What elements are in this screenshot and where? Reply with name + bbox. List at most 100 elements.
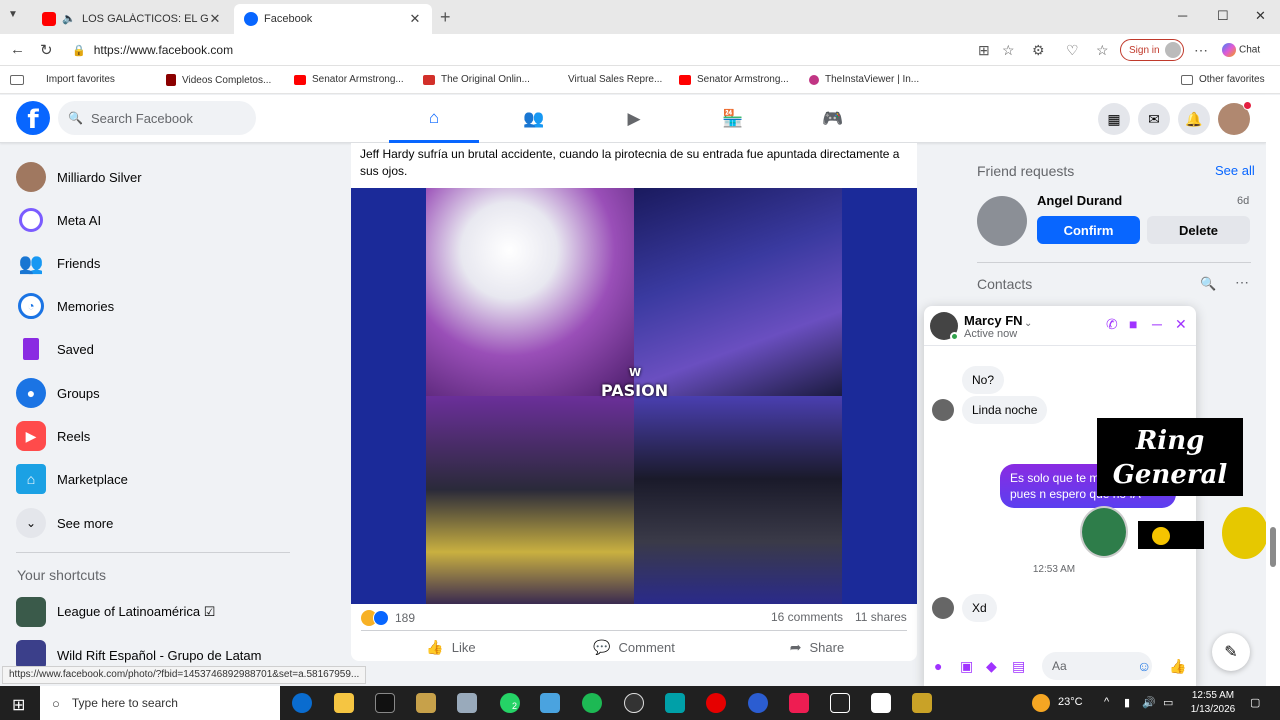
image-icon[interactable]: ▣ [960,658,973,675]
copilot-chat-button[interactable]: Chat [1222,43,1260,57]
nav-gaming[interactable]: 🎮 [788,95,878,143]
shares-count[interactable]: 11 shares [855,610,907,624]
messenger-button[interactable]: ✉ [1138,103,1170,135]
tray-chevron-icon[interactable]: ^ [1104,696,1109,708]
facebook-search-input[interactable]: 🔍 Search Facebook [58,101,256,135]
sidebar-item-groups[interactable]: ● Groups [16,375,296,411]
like-button[interactable]: 👍 Like [361,634,541,660]
nav-home[interactable]: ⌂ [389,95,479,143]
extensions-icon[interactable]: ⚙ [1032,42,1045,59]
notifications-icon[interactable]: ▢ [1250,696,1260,709]
windows-start-icon[interactable]: ⊞ [12,695,25,715]
close-tab-icon[interactable]: ✕ [408,11,422,27]
search-contacts-icon[interactable]: 🔍 [1200,276,1216,292]
notifications-button[interactable]: 🔔 [1178,103,1210,135]
minimize-icon[interactable]: ─ [1178,8,1187,23]
tab-facebook[interactable]: Facebook ✕ [234,4,432,34]
delete-button[interactable]: Delete [1147,216,1250,244]
new-message-button[interactable]: ✎ [1212,633,1250,671]
facebook-logo[interactable]: f [16,101,50,135]
maximize-icon[interactable]: ☐ [1217,8,1229,24]
reload-icon[interactable]: ↻ [40,41,53,59]
bookmark-import-favorites[interactable]: Import favorites [10,74,115,85]
tab-actions-icon[interactable]: ▼ [8,9,18,20]
sidebar-item-memories[interactable]: ◔ Memories [16,288,296,324]
confirm-button[interactable]: Confirm [1037,216,1140,244]
app-icon[interactable] [665,693,685,713]
bookmark-videos[interactable]: Videos Completos... [166,74,271,86]
phone-icon[interactable]: ✆ [1106,316,1118,333]
bookmark-senator-1[interactable]: Senator Armstrong... [294,74,404,85]
favorites-icon[interactable]: ☆ [1096,42,1109,59]
page-scrollbar[interactable] [1266,95,1280,686]
more-options-icon[interactable]: ⋯ [1235,274,1249,291]
sidebar-see-more[interactable]: ⌄ See more [16,505,296,541]
sticker-icon[interactable]: ◆ [986,658,997,675]
network-icon[interactable]: ▭ [1163,696,1173,709]
spotify-icon[interactable] [582,693,602,713]
post-image[interactable]: W PASION [351,188,917,604]
app-icon[interactable] [540,693,560,713]
steam-icon[interactable] [624,693,644,713]
back-icon[interactable]: ← [10,41,25,58]
avatar[interactable] [977,196,1027,246]
sidebar-item-friends[interactable]: 👥 Friends [16,245,296,281]
epic-games-icon[interactable] [375,693,395,713]
menu-grid-button[interactable]: ▦ [1098,103,1130,135]
more-icon[interactable]: ⋯ [1194,42,1208,59]
record-icon[interactable] [706,693,726,713]
close-tab-icon[interactable]: ✕ [208,11,222,27]
sidebar-item-meta-ai[interactable]: Meta AI [16,202,296,238]
whatsapp-icon[interactable]: 2 [500,693,520,713]
microphone-icon[interactable]: ● [934,658,942,674]
scrollbar-thumb[interactable] [1270,527,1276,567]
url-field[interactable]: 🔒 https://www.facebook.com [66,38,1026,62]
bookmark-instaviewer[interactable]: TheInstaViewer | In... [809,74,919,85]
app-available-icon[interactable]: ⊞ [978,42,990,59]
thumbs-up-icon[interactable]: 👍 [1169,658,1186,675]
comment-button[interactable]: 💬 Comment [544,634,724,660]
usb-icon[interactable]: ▮ [1124,696,1130,709]
browser-essentials-icon[interactable]: ♡ [1066,42,1079,59]
bookmark-virtual-sales[interactable]: Virtual Sales Repre... [568,74,662,85]
app-icon[interactable] [457,693,477,713]
bookmark-other-favorites[interactable]: Other favorites [1181,74,1265,85]
gif-icon[interactable]: ▤ [1012,658,1025,675]
league-icon[interactable] [912,693,932,713]
app-icon[interactable] [871,693,891,713]
app-icon[interactable] [416,693,436,713]
sidebar-item-marketplace[interactable]: ⌂ Marketplace [16,461,296,497]
request-name[interactable]: Angel Durand [1037,193,1122,208]
tab-youtube[interactable]: 🔈 LOS GALÁCTICOS: EL GRAN FINAL ✕ [32,4,232,34]
audio-app-icon[interactable] [830,693,850,713]
nav-video[interactable]: ▶ [589,95,679,143]
edge-icon[interactable] [292,693,312,713]
temperature[interactable]: 23°C [1058,696,1083,708]
emoji-icon[interactable]: ☺ [1137,658,1151,674]
share-button[interactable]: ➦ Share [727,634,907,660]
minimize-chat-icon[interactable]: ─ [1152,316,1162,332]
bookmark-senator-2[interactable]: Senator Armstrong... [679,74,789,85]
chat-header[interactable]: Marcy FN Active now ⌄ ✆ ■ ─ ✕ [924,306,1196,346]
speaker-icon[interactable]: 🔈 [62,12,76,26]
see-all-link[interactable]: See all [1215,163,1255,178]
sidebar-item-saved[interactable]: Saved [16,331,296,367]
chevron-down-icon[interactable]: ⌄ [1024,318,1032,329]
close-window-icon[interactable]: ✕ [1255,8,1266,24]
message-input[interactable]: Aa [1042,652,1152,680]
sidebar-item-profile[interactable]: Milliardo Silver [16,159,296,195]
new-tab-icon[interactable]: + [440,7,451,28]
comments-count[interactable]: 16 comments [771,610,843,624]
tiktok-icon[interactable] [789,693,809,713]
nav-friends[interactable]: 👥 [489,95,579,143]
account-avatar[interactable] [1218,101,1252,135]
video-call-icon[interactable]: ■ [1129,316,1137,332]
sidebar-item-reels[interactable]: ▶ Reels [16,418,296,454]
weather-icon[interactable] [1032,694,1050,712]
volume-icon[interactable]: 🔊 [1142,696,1156,709]
app-icon[interactable] [748,693,768,713]
close-chat-icon[interactable]: ✕ [1175,316,1187,333]
sign-in-button[interactable]: Sign in [1120,39,1184,61]
file-explorer-icon[interactable] [334,693,354,713]
favorite-star-icon[interactable]: ☆ [1002,42,1015,59]
